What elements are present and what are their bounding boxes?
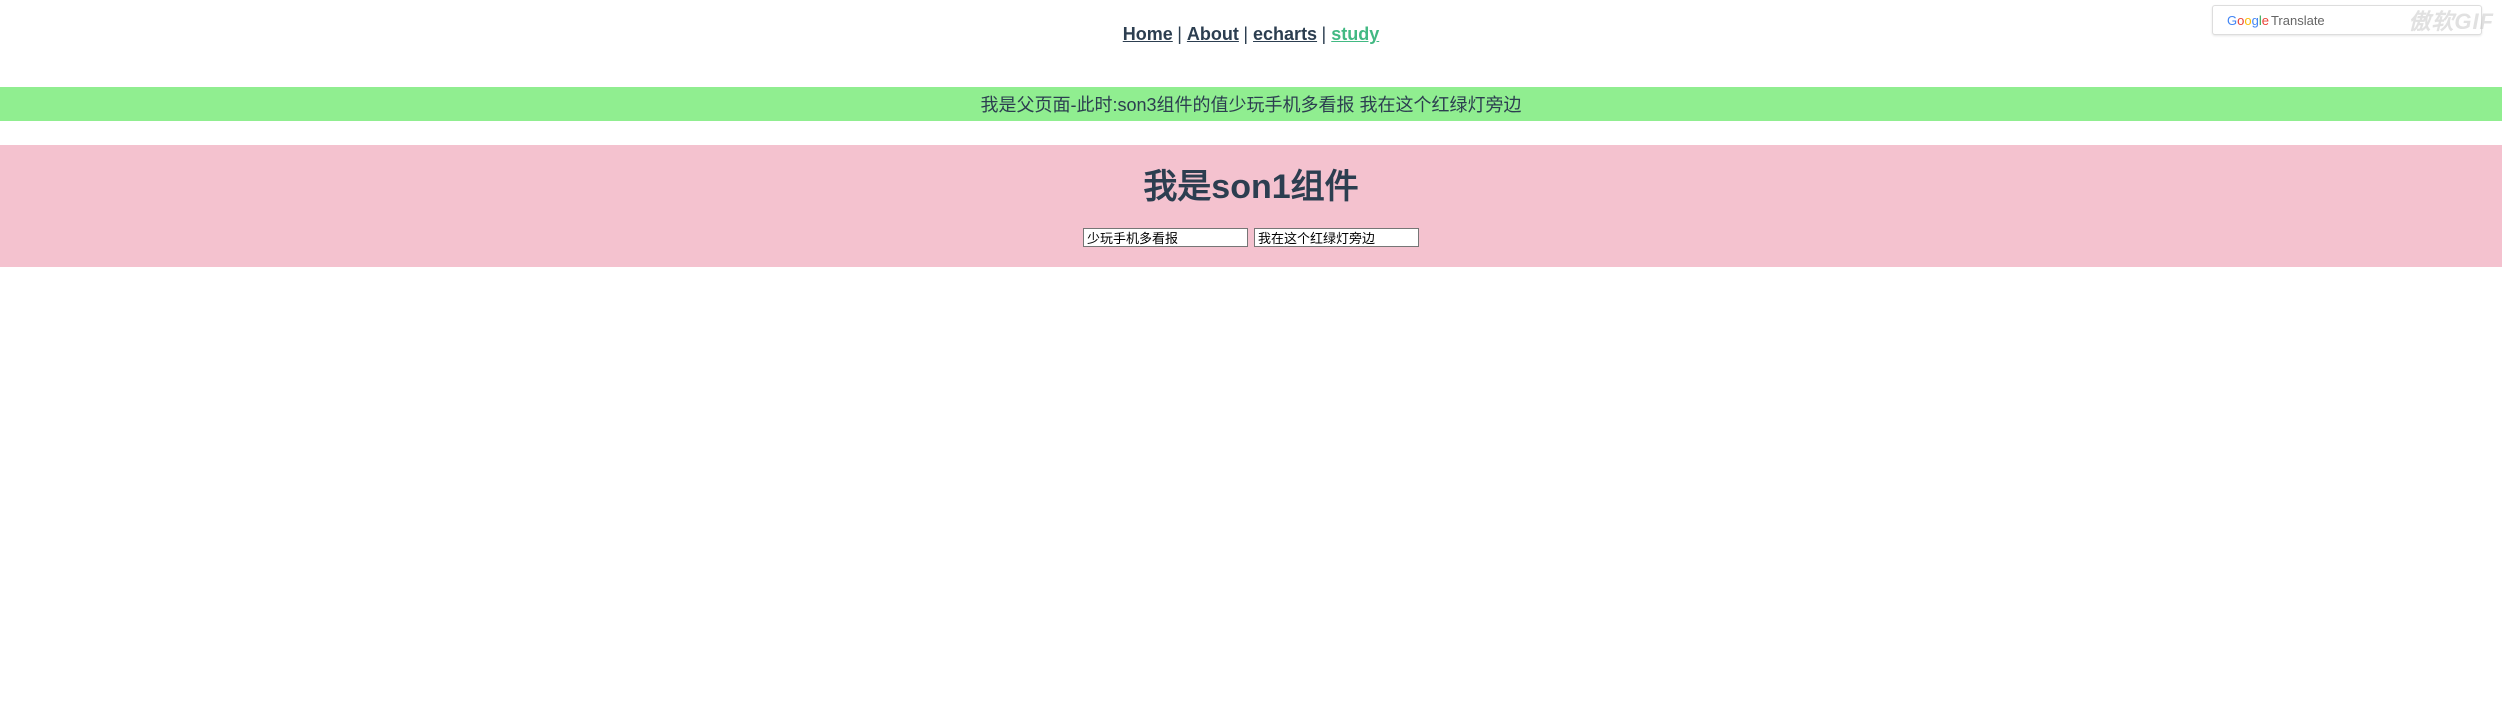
top-nav: Home | About | echarts | study (0, 0, 2502, 69)
nav-separator: | (1322, 24, 1332, 44)
nav-echarts[interactable]: echarts (1253, 24, 1317, 44)
nav-about[interactable]: About (1187, 24, 1239, 44)
nav-separator: | (1177, 24, 1187, 44)
son1-input-2[interactable] (1254, 228, 1419, 247)
nav-separator: | (1243, 24, 1253, 44)
son1-input-1[interactable] (1083, 228, 1248, 247)
google-translate-widget[interactable]: Google Translate (2212, 5, 2482, 35)
parent-page-bar: 我是父页面-此时:son3组件的值少玩手机多看报 我在这个红绿灯旁边 (0, 87, 2502, 121)
son1-component: 我是son1组件 (0, 145, 2502, 267)
son1-title: 我是son1组件 (0, 159, 2502, 208)
translate-label: Translate (2271, 13, 2325, 28)
nav-study[interactable]: study (1331, 24, 1379, 44)
input-row (0, 228, 2502, 247)
google-logo: Google (2227, 13, 2269, 28)
nav-home[interactable]: Home (1123, 24, 1173, 44)
